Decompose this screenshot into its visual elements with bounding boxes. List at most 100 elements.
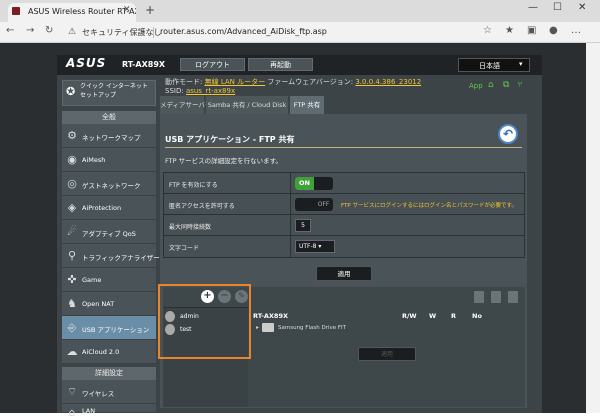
traffic-analyzer-icon: ⚲ xyxy=(67,249,77,262)
sidebar-item-label: AiCloud 2.0 xyxy=(82,348,120,356)
divider xyxy=(153,27,154,38)
maximize-icon[interactable]: ☐ xyxy=(553,2,562,13)
open-nat-icon: ♞ xyxy=(67,297,77,310)
menu-icon[interactable]: … xyxy=(571,25,581,36)
sidebar-item-aimesh[interactable]: ◉ AiMesh xyxy=(62,148,156,172)
sidebar-item-label: AiProtection xyxy=(82,204,122,212)
star-icon[interactable]: ☆ xyxy=(483,25,492,36)
enable-ftp-toggle[interactable]: ON xyxy=(295,177,333,190)
sidebar-item-game[interactable]: ✜ Game xyxy=(62,268,156,292)
tab-media-server[interactable]: メディアサーバー xyxy=(160,96,211,114)
sidebar-item-usb[interactable]: ⎆ USB アプリケーション xyxy=(62,316,156,340)
chevron-down-icon[interactable]: ▾ xyxy=(519,60,523,68)
reload-icon[interactable]: ↻ xyxy=(45,25,53,36)
ftp-settings-table: FTP を有効にする ON 匿名アクセスを許可する OFF FTP サービスにロ… xyxy=(163,172,525,258)
usb-status-icon[interactable]: ⑂ xyxy=(517,80,522,90)
favorites-icon[interactable]: ★ xyxy=(505,25,514,36)
expand-icon[interactable]: ▸ xyxy=(256,324,259,331)
sidebar-item-aiprotection[interactable]: ◈ AiProtection xyxy=(62,196,156,220)
general-header: 全般 xyxy=(62,111,156,124)
charset-label: 文字コード xyxy=(169,245,200,252)
anonymous-note: FTP サービスにログインするにはログイン名とパスワードが必要です。 xyxy=(341,203,517,209)
advanced-header: 詳細設定 xyxy=(62,367,156,380)
sidebar-item-lan[interactable]: ⌂ LAN xyxy=(62,404,156,419)
anonymous-access-toggle[interactable]: OFF xyxy=(295,198,333,211)
url-field[interactable]: router.asus.com/Advanced_AiDisk_ftp.asp xyxy=(160,27,327,36)
browser-tab[interactable]: ASUS Wireless Router RT-AX89X xyxy=(8,3,136,22)
usb-icon: ⎆ xyxy=(67,321,77,334)
asus-logo[interactable]: ASUS xyxy=(66,56,106,70)
sidebar-item-label: アダプティブ QoS xyxy=(82,230,136,238)
forward-icon[interactable]: → xyxy=(26,25,34,36)
device-name: RT-AX89X xyxy=(253,312,288,320)
back-icon[interactable]: ← xyxy=(6,25,14,36)
ssid-link[interactable]: asus_rt-ax89x xyxy=(186,87,235,95)
table-row: 文字コード UTF-8 ▾ xyxy=(164,236,524,257)
toggle-off-label: OFF xyxy=(317,201,330,208)
close-tab-icon[interactable]: ✕ xyxy=(123,5,131,15)
firmware-link[interactable]: 3.0.0.4.386_23012 xyxy=(355,78,421,86)
network-status-icon[interactable]: ⧉ xyxy=(503,80,509,90)
collections-icon[interactable]: ▣ xyxy=(527,25,536,36)
wireless-icon: ⌔ xyxy=(66,385,78,398)
sidebar-item-label: ゲストネットワーク xyxy=(82,182,141,190)
profile-icon[interactable]: ● xyxy=(549,25,558,36)
ssid-label: SSID: xyxy=(165,87,184,95)
game-icon: ✜ xyxy=(67,273,77,286)
connection-icon[interactable]: ⌂ xyxy=(488,80,494,90)
sidebar-item-label: LAN xyxy=(82,407,96,415)
charset-select[interactable]: UTF-8 ▾ xyxy=(295,240,335,253)
ssid-info: SSID: asus_rt-ax89x xyxy=(165,87,235,95)
column-header: R/W xyxy=(402,312,417,320)
logout-button[interactable]: ログアウト xyxy=(180,58,245,71)
divider xyxy=(165,147,522,148)
quick-setup-label: クイック インターネット セットアップ xyxy=(80,83,148,99)
warning-icon[interactable]: ⚠ xyxy=(68,27,76,37)
anonymous-access-label: 匿名アクセスを許可する xyxy=(169,203,235,210)
tab-samba[interactable]: Samba 共有 / Cloud Disk xyxy=(206,96,288,114)
security-label[interactable]: セキュリティ保護なし xyxy=(82,27,162,38)
chevron-down-icon: ▾ xyxy=(318,243,322,250)
firmware-label: ファームウェアバージョン: xyxy=(267,78,354,86)
table-row: 最大同時接続数 5 xyxy=(164,215,524,236)
aiprotection-icon: ◈ xyxy=(67,201,77,214)
sidebar-item-label: USB アプリケーション xyxy=(82,326,150,334)
reboot-button[interactable]: 再起動 xyxy=(248,58,313,71)
minimize-icon[interactable]: — xyxy=(528,2,538,13)
sidebar-item-wireless[interactable]: ⌔ ワイヤレス xyxy=(62,380,156,404)
network-map-icon: ⚙ xyxy=(67,129,77,142)
sidebar-item-guest-network[interactable]: ◎ ゲストネットワーク xyxy=(62,172,156,196)
column-header: No xyxy=(472,312,482,320)
scrollbar[interactable] xyxy=(586,43,600,413)
sidebar-item-network-map[interactable]: ⚙ ネットワークマップ xyxy=(62,124,156,148)
drive-name[interactable]: Samsung Flash Drive FIT xyxy=(278,325,346,331)
window-close-icon[interactable]: ✕ xyxy=(578,2,586,13)
apply-button[interactable]: 適用 xyxy=(316,266,372,281)
folder-edit-icon[interactable] xyxy=(508,291,518,303)
app-label[interactable]: App xyxy=(469,82,483,90)
sidebar-item-open-nat[interactable]: ♞ Open NAT xyxy=(62,292,156,316)
op-mode-link[interactable]: 無線 LAN ルーター xyxy=(205,78,266,86)
tab-ftp[interactable]: FTP 共有 xyxy=(290,96,324,114)
sidebar-item-traffic-analyzer[interactable]: ⚲ トラフィックアナライザー xyxy=(62,244,160,268)
column-header: R xyxy=(451,312,457,320)
divider xyxy=(290,173,291,194)
charset-value: UTF-8 xyxy=(299,243,317,250)
user-list-highlight xyxy=(158,284,251,359)
enable-ftp-label: FTP を有効にする xyxy=(169,182,218,189)
sidebar-item-aicloud[interactable]: ☁ AiCloud 2.0 xyxy=(62,340,156,364)
aicloud-icon: ☁ xyxy=(66,345,78,358)
sidebar-item-qos[interactable]: ☄ アダプティブ QoS xyxy=(62,220,156,244)
column-header: W xyxy=(429,312,437,320)
page-title: USB アプリケーション - FTP 共有 xyxy=(165,135,295,144)
op-mode-label: 動作モード: xyxy=(165,78,203,86)
folder-add-icon[interactable] xyxy=(474,291,484,303)
folder-delete-icon[interactable] xyxy=(491,291,501,303)
sidebar-item-label: トラフィックアナライザー xyxy=(82,254,160,262)
divider xyxy=(290,215,291,236)
permissions-apply-button[interactable]: 適用 xyxy=(358,347,416,361)
new-tab-button[interactable]: + xyxy=(145,3,155,17)
back-arrow-icon[interactable]: ↶ xyxy=(498,124,518,144)
max-connections-input[interactable]: 5 xyxy=(295,219,311,232)
divider xyxy=(290,194,291,215)
